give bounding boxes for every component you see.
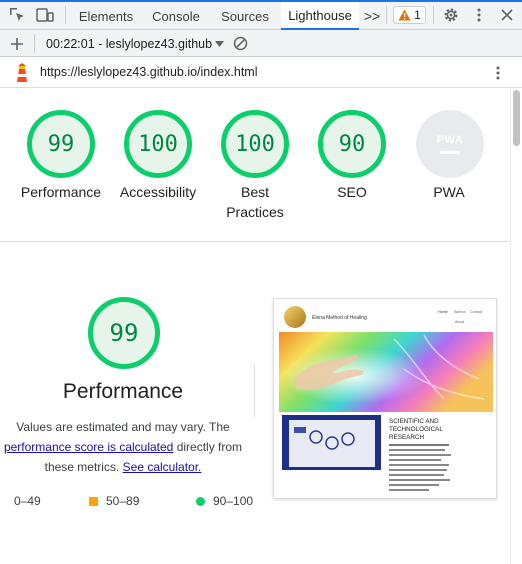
accessibility-label: Accessibility xyxy=(119,184,197,200)
legend-fail: 0–49 xyxy=(14,494,41,508)
legend-average: 50–89 xyxy=(89,494,139,508)
new-report-plus-icon[interactable] xyxy=(7,34,27,53)
report-url: https://leslylopez43.github.io/index.htm… xyxy=(40,65,258,79)
thumb-nav-warrior: Warrior xyxy=(454,310,466,314)
lighthouse-toolbar: 00:22:01 - leslylopez43.github xyxy=(0,30,522,57)
close-icon[interactable] xyxy=(498,6,516,24)
performance-description: Values are estimated and may vary. The p… xyxy=(0,417,246,477)
seo-label: SEO xyxy=(337,184,367,200)
issues-badge[interactable]: 1 xyxy=(393,6,426,24)
settings-gear-icon[interactable] xyxy=(442,6,460,24)
inspect-element-icon[interactable] xyxy=(8,6,26,24)
best-practices-label-line1: Best xyxy=(240,184,269,200)
report-url-bar: https://leslylopez43.github.io/index.htm… xyxy=(0,57,522,88)
performance-label: Performance xyxy=(20,184,102,200)
tab-elements[interactable]: Elements xyxy=(72,2,140,30)
thumb-nav-contact: Contact xyxy=(470,310,482,314)
legend-fail-range: 0–49 xyxy=(14,494,41,508)
final-screenshot-image: Elena Method of Healing Home Warrior Con… xyxy=(274,299,496,498)
tab-lighthouse[interactable]: Lighthouse xyxy=(281,2,359,30)
thumb-site-title: Elena Method of Healing xyxy=(312,315,367,321)
scrollbar-thumb[interactable] xyxy=(513,90,520,146)
performance-main-gauge[interactable]: 99 xyxy=(88,297,160,369)
dropdown-arrow-icon xyxy=(215,40,225,47)
warning-count: 1 xyxy=(414,8,421,22)
performance-desc-line3: these metrics. xyxy=(44,460,120,474)
average-square-icon xyxy=(89,496,98,506)
report-content: 99 Performance 100 Accessibility 100 Bes… xyxy=(0,88,510,564)
legend-average-range: 50–89 xyxy=(106,494,140,508)
best-practices-label: Best Practices xyxy=(204,182,306,222)
pwa-label: PWA xyxy=(433,184,465,200)
report-scrollbar[interactable] xyxy=(510,88,522,564)
seo-score-gauge[interactable]: 90 xyxy=(318,110,386,178)
report-menu-icon[interactable] xyxy=(490,64,506,82)
lighthouse-logo-icon xyxy=(12,62,32,84)
toolbar-divider xyxy=(386,6,387,24)
pwa-badge-gauge[interactable]: PWA xyxy=(416,110,484,178)
clear-all-icon[interactable] xyxy=(230,34,250,53)
devtools-tabbar: Elements Console Sources Lighthouse >> 1 xyxy=(0,0,522,30)
performance-score-gauge[interactable]: 99 xyxy=(27,110,95,178)
performance-heading: Performance xyxy=(62,380,184,403)
more-options-icon[interactable] xyxy=(471,6,487,24)
toolbar-divider xyxy=(34,34,35,53)
best-practices-score-gauge[interactable]: 100 xyxy=(221,110,289,178)
section-divider xyxy=(0,241,510,242)
report-selector[interactable]: 00:22:01 - leslylopez43.github xyxy=(46,34,225,53)
tab-sources[interactable]: Sources xyxy=(214,2,276,30)
pass-circle-icon xyxy=(196,496,205,506)
warning-icon xyxy=(398,9,411,21)
report-selector-label: 00:22:01 - leslylopez43.github xyxy=(46,36,213,51)
accessibility-score-gauge[interactable]: 100 xyxy=(124,110,192,178)
pwa-badge-dash-icon xyxy=(440,151,460,154)
thumb-nav-home: Home xyxy=(438,310,448,314)
toolbar-divider xyxy=(65,6,66,24)
see-calculator-link[interactable]: See calculator. xyxy=(123,460,202,474)
more-tabs-button[interactable]: >> xyxy=(362,2,382,30)
device-toolbar-icon[interactable] xyxy=(35,6,55,24)
best-practices-label-line2: Practices xyxy=(226,204,284,220)
thumb-nav-about: About xyxy=(455,320,464,324)
legend-pass-range: 90–100 xyxy=(213,494,254,508)
legend-pass: 90–100 xyxy=(196,494,253,508)
performance-score-calculated-link[interactable]: performance score is calculated xyxy=(4,440,173,454)
performance-desc-mid: directly from xyxy=(176,440,243,454)
performance-vertical-divider xyxy=(254,364,255,418)
final-screenshot-thumbnail[interactable]: Elena Method of Healing Home Warrior Con… xyxy=(273,298,497,499)
performance-desc-line1: Values are estimated and may vary. The xyxy=(16,420,230,434)
toolbar-divider xyxy=(433,6,434,24)
tab-console[interactable]: Console xyxy=(145,2,207,30)
pwa-badge-text: PWA xyxy=(436,134,464,146)
